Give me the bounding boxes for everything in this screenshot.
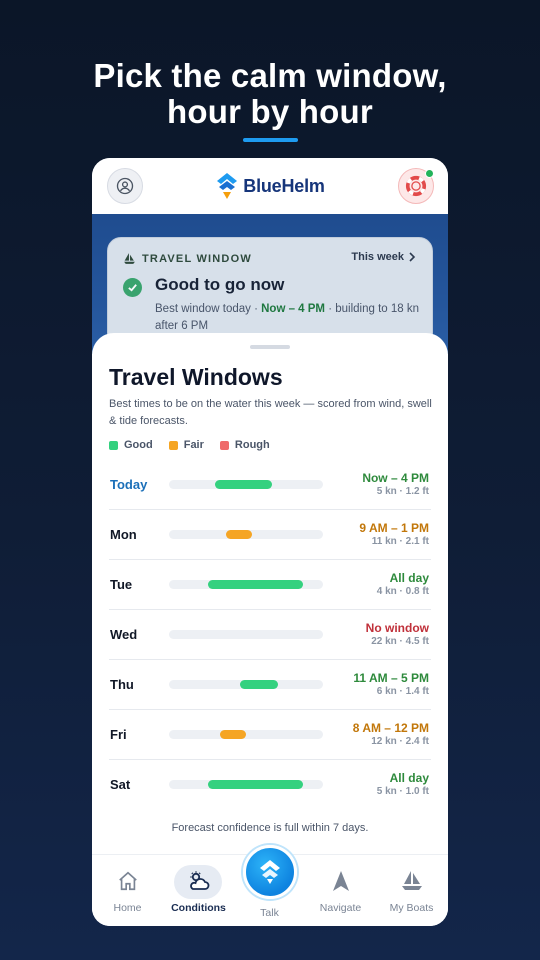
help-button[interactable] xyxy=(398,168,434,204)
window-track xyxy=(169,480,323,489)
headline-line-2: hour by hour xyxy=(167,93,373,130)
window-bar xyxy=(208,580,303,589)
day-row[interactable]: Wed No window 22 kn · 4.5 ft xyxy=(109,610,431,660)
sheet-grabber[interactable] xyxy=(250,345,290,349)
window-track xyxy=(169,780,323,789)
legend: Good Fair Rough xyxy=(109,439,270,451)
sheet-title: Travel Windows xyxy=(109,364,283,390)
day-label: Thu xyxy=(110,677,134,692)
talk-button[interactable] xyxy=(242,845,297,899)
headline-line-1: Pick the calm window, xyxy=(93,57,447,94)
day-row[interactable]: Sat All day 5 kn · 1.0 ft xyxy=(109,760,431,810)
window-time: All day xyxy=(389,571,429,585)
nav-label: Conditions xyxy=(171,902,226,914)
nav-home[interactable]: Home xyxy=(92,855,163,926)
wind-swell-meta: 12 kn · 2.4 ft xyxy=(371,736,429,747)
nav-label: My Boats xyxy=(389,902,434,914)
window-bar xyxy=(215,480,272,489)
window-bar xyxy=(226,530,252,539)
window-bar xyxy=(208,780,303,789)
nav-label: Talk xyxy=(260,907,279,919)
wind-swell-meta: 4 kn · 0.8 ft xyxy=(376,586,429,597)
window-time: No window xyxy=(365,621,429,635)
day-label: Mon xyxy=(110,527,137,542)
window-track xyxy=(169,530,323,539)
window-time: 11 AM – 5 PM xyxy=(353,671,429,685)
this-week-link[interactable]: This week xyxy=(351,251,416,263)
home-icon xyxy=(118,871,137,891)
day-label: Sat xyxy=(110,777,131,792)
day-row[interactable]: Today Now – 4 PM 5 kn · 1.2 ft xyxy=(109,460,431,510)
legend-rough: Rough xyxy=(219,439,270,451)
legend-swatch xyxy=(168,440,178,450)
window-track xyxy=(169,630,323,639)
travel-window-card[interactable]: TRAVEL WINDOW This week Good to go now B… xyxy=(107,237,433,347)
brand: BlueHelm xyxy=(215,172,325,200)
legend-swatch xyxy=(109,440,118,450)
window-track xyxy=(169,730,323,739)
travel-window-title: Good to go now xyxy=(155,275,285,294)
travel-windows-sheet: Travel Windows Best times to be on the w… xyxy=(92,333,448,926)
travel-window-detail: Best window today · Now – 4 PM · buildin… xyxy=(155,303,419,332)
nav-label: Navigate xyxy=(319,902,362,914)
nav-label: Home xyxy=(113,902,142,914)
online-indicator xyxy=(425,169,434,178)
wind-swell-meta: 22 kn · 4.5 ft xyxy=(371,636,429,647)
profile-button[interactable] xyxy=(107,168,143,204)
window-track xyxy=(169,680,323,689)
legend-swatch xyxy=(219,440,229,450)
travel-window-label: TRAVEL WINDOW xyxy=(123,252,252,265)
forecast-confidence-note: Forecast confidence is full within 7 day… xyxy=(171,822,369,834)
day-row[interactable]: Tue All day 4 kn · 0.8 ft xyxy=(109,560,431,610)
nav-conditions[interactable]: Conditions xyxy=(163,855,234,926)
window-track xyxy=(169,580,323,589)
day-row[interactable]: Fri 8 AM – 12 PM 12 kn · 2.4 ft xyxy=(109,710,431,760)
phone-screen: BlueHelm TRAVEL WINDOW This week Good to… xyxy=(92,158,448,926)
window-bar xyxy=(240,680,278,689)
best-window-time: Now – 4 PM xyxy=(261,303,326,315)
brand-name: BlueHelm xyxy=(243,175,325,196)
day-list: Today Now – 4 PM 5 kn · 1.2 ft Mon 9 AM – 1 … xyxy=(109,460,431,810)
window-time: All day xyxy=(389,771,429,785)
headline-underline xyxy=(243,138,298,142)
window-bar xyxy=(220,730,246,739)
weather-icon xyxy=(189,871,209,890)
wind-swell-meta: 11 kn · 2.1 ft xyxy=(371,536,429,547)
sailboat-icon xyxy=(124,253,135,264)
day-label: Tue xyxy=(110,577,133,592)
legend-good: Good xyxy=(109,439,153,451)
sailboat-icon xyxy=(401,871,422,890)
check-circle-icon xyxy=(123,278,142,297)
nav-talk[interactable]: Talk xyxy=(234,845,305,926)
window-time: Now – 4 PM xyxy=(362,471,429,485)
day-label: Today xyxy=(110,477,148,492)
app-bar: BlueHelm xyxy=(92,158,448,214)
wind-swell-meta: 6 kn · 1.4 ft xyxy=(376,686,429,697)
wind-swell-meta: 5 kn · 1.0 ft xyxy=(376,786,429,797)
day-label: Fri xyxy=(110,727,127,742)
day-row[interactable]: Thu 11 AM – 5 PM 6 kn · 1.4 ft xyxy=(109,660,431,710)
wind-swell-meta: 5 kn · 1.2 ft xyxy=(376,486,429,497)
headline: Pick the calm window, hour by hour xyxy=(0,58,540,130)
day-row[interactable]: Mon 9 AM – 1 PM 11 kn · 2.1 ft xyxy=(109,510,431,560)
user-icon xyxy=(116,177,134,195)
sheet-subtitle: Best times to be on the water this week … xyxy=(109,398,432,427)
bottom-nav: Home Conditions Talk Navigate My Boats xyxy=(92,845,448,926)
chevron-right-icon xyxy=(409,252,416,262)
window-time: 9 AM – 1 PM xyxy=(359,521,429,535)
window-time: 8 AM – 12 PM xyxy=(352,721,429,735)
navigate-arrow-icon xyxy=(332,871,349,891)
lifebuoy-icon xyxy=(405,175,427,197)
legend-fair: Fair xyxy=(168,439,204,451)
helm-logo-icon xyxy=(217,173,238,199)
nav-navigate[interactable]: Navigate xyxy=(305,855,376,926)
nav-my-boats[interactable]: My Boats xyxy=(376,855,447,926)
day-label: Wed xyxy=(110,627,138,642)
helm-logo-icon xyxy=(259,860,280,884)
